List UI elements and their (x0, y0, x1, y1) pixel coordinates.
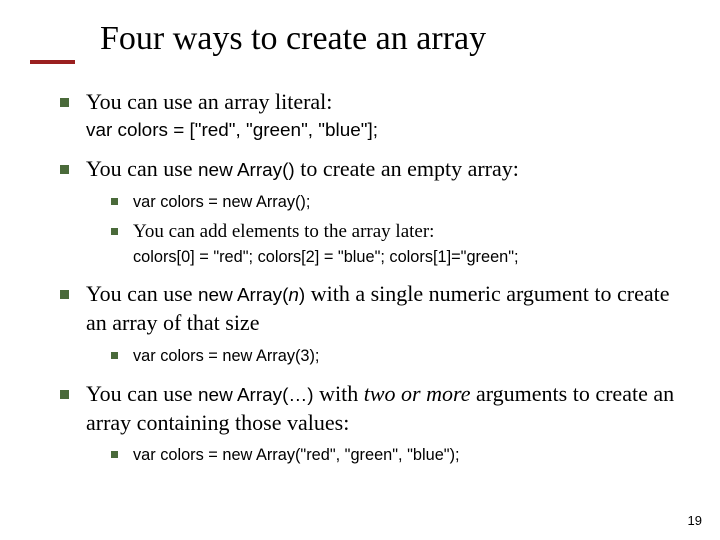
bullet-4-text-b: with (314, 381, 364, 406)
bullet-3-sub-1-code: var colors = new Array(3); (133, 347, 319, 365)
bullet-2-sublist: var colors = new Array(); You can add el… (111, 190, 680, 269)
bullet-4-sublist: var colors = new Array("red", "green", "… (111, 443, 680, 468)
bullet-3-code-a: new Array( (198, 285, 288, 306)
bullet-list: You can use an array literal: var colors… (60, 88, 680, 468)
bullet-item-4: You can use new Array(…) with two or mor… (60, 380, 680, 468)
bullet-2-text-a: You can use (86, 156, 198, 181)
bullet-2-sub-2: You can add elements to the array later:… (111, 220, 680, 268)
bullet-4-sub-1-code: var colors = new Array("red", "green", "… (133, 446, 460, 464)
bullet-4-italic: two or more (364, 381, 471, 406)
bullet-1-code: var colors = ["red", "green", "blue"]; (86, 119, 680, 144)
bullet-4-text-a: You can use (86, 381, 198, 406)
bullet-4-sub-1: var colors = new Array("red", "green", "… (111, 443, 680, 468)
bullet-2-code: new Array() (198, 160, 295, 181)
bullet-2-sub-1: var colors = new Array(); (111, 190, 680, 215)
bullet-3-param: n (288, 285, 299, 306)
page-number: 19 (688, 513, 702, 528)
bullet-2-text-b: to create an empty array: (295, 156, 519, 181)
bullet-item-3: You can use new Array(n) with a single n… (60, 280, 680, 368)
bullet-2-sub-2-code: colors[0] = "red"; colors[2] = "blue"; c… (133, 247, 680, 268)
bullet-2-sub-1-code: var colors = new Array(); (133, 193, 310, 211)
bullet-4-code: new Array(…) (198, 385, 314, 406)
bullet-3-sub-1: var colors = new Array(3); (111, 344, 680, 369)
bullet-2-sub-2-text: You can add elements to the array later: (133, 221, 434, 242)
bullet-1-text: You can use an array literal: (86, 89, 332, 114)
slide-title: Four ways to create an array (100, 20, 680, 58)
bullet-3-text-a: You can use (86, 281, 198, 306)
slide: Four ways to create an array You can use… (0, 0, 720, 540)
bullet-item-2: You can use new Array() to create an emp… (60, 155, 680, 268)
title-accent-bar (30, 60, 75, 64)
bullet-item-1: You can use an array literal: var colors… (60, 88, 680, 143)
bullet-3-sublist: var colors = new Array(3); (111, 344, 680, 369)
